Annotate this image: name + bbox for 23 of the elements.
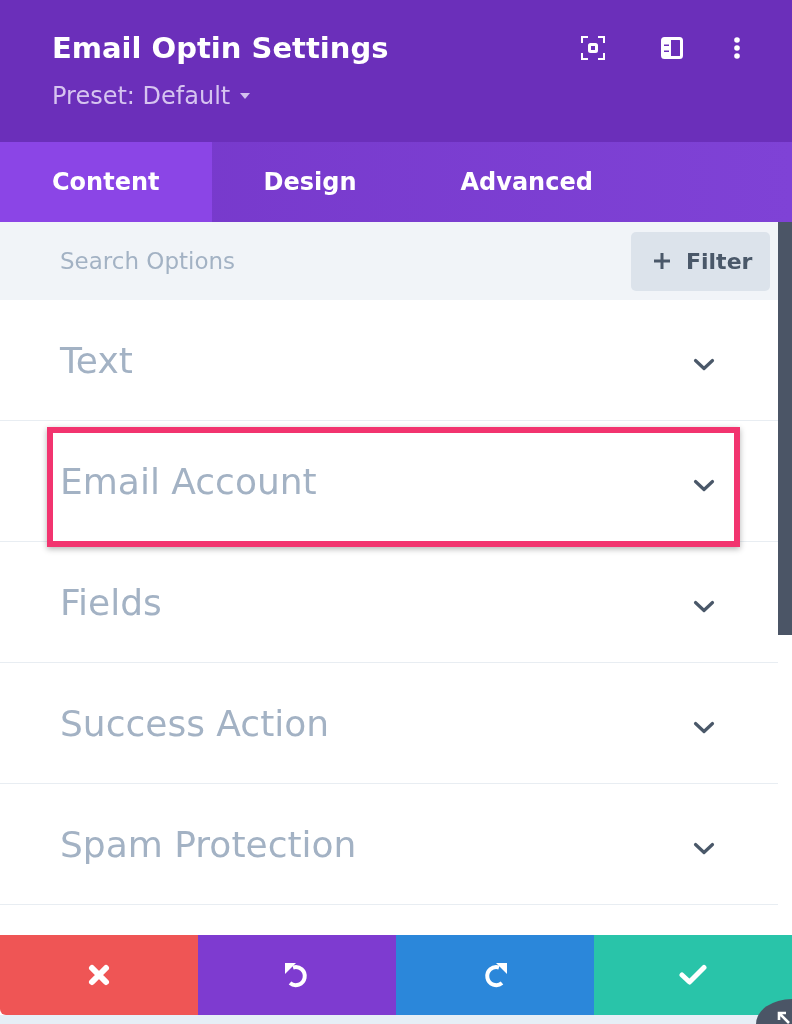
- chevron-down-icon: [693, 357, 715, 371]
- chevron-down-icon: [693, 599, 715, 613]
- preset-dropdown[interactable]: Preset: Default: [52, 80, 389, 112]
- close-icon: [87, 963, 111, 987]
- sidebar-layout-icon[interactable]: [661, 37, 683, 59]
- focus-icon[interactable]: [581, 36, 605, 60]
- caret-icon: [240, 93, 251, 99]
- save-button[interactable]: [594, 935, 792, 1015]
- chevron-down-icon: [693, 478, 715, 492]
- search-bar[interactable]: Search Options Filter: [0, 222, 778, 300]
- chevron-down-icon: [693, 841, 715, 855]
- check-icon: [679, 964, 707, 986]
- window-title: Email Optin Settings: [52, 30, 389, 67]
- tab[interactable]: Content: [0, 142, 212, 222]
- tab[interactable]: Advanced: [408, 142, 645, 222]
- filter-button[interactable]: Filter: [631, 231, 770, 291]
- search-field[interactable]: Search Options: [0, 222, 631, 300]
- chevron-down-icon: [693, 720, 715, 734]
- tab[interactable]: Design: [211, 142, 409, 222]
- more-options-icon[interactable]: [734, 37, 740, 59]
- plus-icon: [653, 252, 671, 270]
- diagonal-arrow-icon: [776, 1010, 790, 1024]
- scrollbar-thumb[interactable]: [778, 222, 792, 635]
